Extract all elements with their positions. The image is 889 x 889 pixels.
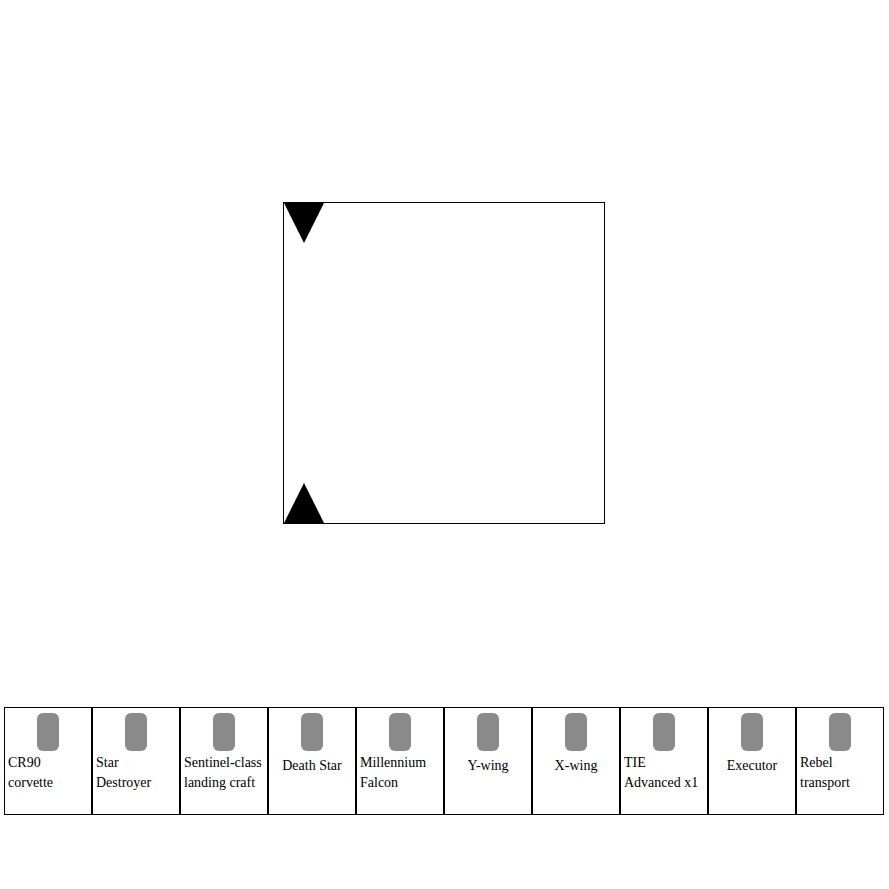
- marker-up[interactable]: [284, 483, 324, 523]
- game-page: CR90 corvetteStar DestroyerSentinel-clas…: [0, 0, 889, 889]
- ship-name: Millennium Falcon: [360, 753, 440, 793]
- ship-name: TIE Advanced x1: [624, 753, 704, 793]
- ship-name: Sentinel-class landing craft: [184, 753, 264, 793]
- ship-image: [624, 711, 704, 753]
- ship-image: [360, 711, 440, 753]
- ship-image: [712, 711, 792, 753]
- marker-down[interactable]: [284, 203, 324, 243]
- ship-name: Star Destroyer: [96, 753, 176, 793]
- ship-name: CR90 corvette: [8, 753, 88, 793]
- ship-cell[interactable]: Rebel transport: [796, 707, 884, 815]
- ship-image: [272, 711, 352, 753]
- ship-cell[interactable]: Sentinel-class landing craft: [180, 707, 268, 815]
- ship-image: [448, 711, 528, 753]
- ship-image: [8, 711, 88, 753]
- ship-name: Executor: [727, 756, 778, 776]
- ship-name: Rebel transport: [800, 753, 880, 793]
- ship-name: Y-wing: [467, 756, 508, 776]
- board-area: [0, 0, 889, 524]
- board[interactable]: [283, 202, 605, 524]
- ship-palette: CR90 corvetteStar DestroyerSentinel-clas…: [4, 707, 889, 815]
- ship-cell[interactable]: Death Star: [268, 707, 356, 815]
- ship-cell[interactable]: Y-wing: [444, 707, 532, 815]
- ship-name: X-wing: [555, 756, 598, 776]
- ship-image: [800, 711, 880, 753]
- ship-cell[interactable]: X-wing: [532, 707, 620, 815]
- ship-cell[interactable]: Star Destroyer: [92, 707, 180, 815]
- ship-cell[interactable]: CR90 corvette: [4, 707, 92, 815]
- ship-cell[interactable]: TIE Advanced x1: [620, 707, 708, 815]
- ship-image: [96, 711, 176, 753]
- ship-image: [184, 711, 264, 753]
- ship-cell[interactable]: Millennium Falcon: [356, 707, 444, 815]
- ship-name: Death Star: [282, 756, 341, 776]
- ship-image: [536, 711, 616, 753]
- ship-cell[interactable]: Executor: [708, 707, 796, 815]
